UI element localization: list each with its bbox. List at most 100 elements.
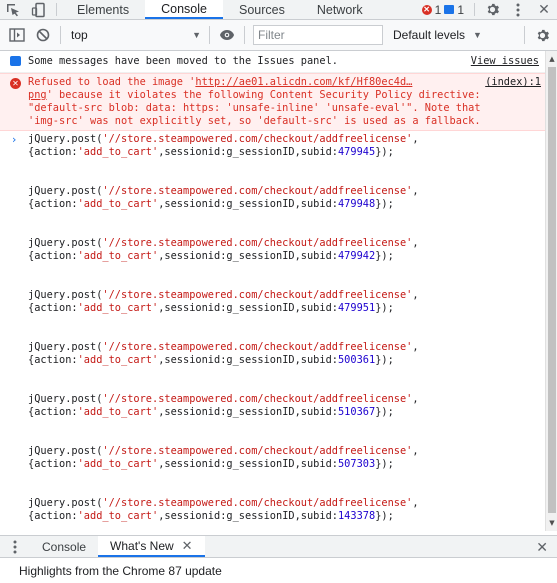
- code-entry: jQuery.post('//store.steampowered.com/ch…: [28, 133, 541, 185]
- subid-number: 479948: [337, 198, 376, 210]
- url-string: '//store.steampowered.com/checkout/addfr…: [102, 237, 413, 249]
- scroll-down-arrow-icon[interactable]: ▼: [547, 518, 557, 528]
- end-text: });: [375, 354, 394, 366]
- action-string: 'add_to_cart': [77, 458, 159, 470]
- code-line-1: jQuery.post('//store.steampowered.com/ch…: [28, 497, 419, 509]
- tab-elements[interactable]: Elements: [61, 0, 145, 19]
- url-string: '//store.steampowered.com/checkout/addfr…: [102, 445, 413, 457]
- code-line-2: {action:'add_to_cart',sessionid:g_sessio…: [28, 302, 541, 315]
- log-levels-dropdown[interactable]: Default levels ▼: [393, 28, 482, 42]
- error-line-1: Refused to load the image 'http://ae01.a…: [28, 76, 412, 89]
- settings-gear-icon[interactable]: [479, 2, 505, 17]
- code-line-2: {action:'add_to_cart',sessionid:g_sessio…: [28, 458, 541, 471]
- console-toolbar: top ▼ Filter Default levels ▼: [0, 20, 557, 51]
- url-string: '//store.steampowered.com/checkout/addfr…: [102, 185, 413, 197]
- context-selector[interactable]: top ▼: [65, 28, 205, 42]
- end-text: });: [375, 146, 394, 158]
- code-entry: jQuery.post('//store.steampowered.com/ch…: [28, 341, 541, 393]
- code-line-1: jQuery.post('//store.steampowered.com/ch…: [28, 341, 419, 353]
- args-text: {action:: [28, 406, 78, 418]
- error-url-link[interactable]: http://ae01.alicdn.com/kf/Hf80ec4d…: [195, 76, 412, 88]
- action-string: 'add_to_cart': [77, 250, 159, 262]
- divider: [56, 3, 57, 16]
- error-url-end[interactable]: png: [28, 89, 47, 101]
- subid-number: 479951: [337, 302, 376, 314]
- divider: [60, 26, 61, 44]
- error-source-link[interactable]: (index):1: [485, 76, 541, 89]
- args-text: {action:: [28, 510, 78, 522]
- error-count: 1: [434, 2, 442, 17]
- action-string: 'add_to_cart': [77, 510, 159, 522]
- error-line-4: 'img-src' was not explicitly set, so 'de…: [28, 115, 481, 127]
- tab-network[interactable]: Network: [301, 0, 379, 19]
- args-text: {action:: [28, 458, 78, 470]
- code-entry: jQuery.post('//store.steampowered.com/ch…: [28, 445, 541, 497]
- device-toolbar-icon[interactable]: [26, 0, 52, 19]
- issues-info-message: Some messages have been moved to the Iss…: [0, 51, 545, 73]
- code-entry: jQuery.post('//store.steampowered.com/ch…: [28, 497, 541, 531]
- levels-label: Default levels: [393, 28, 466, 42]
- error-first-line: Refused to load the image 'http://ae01.a…: [28, 76, 541, 89]
- view-issues-link[interactable]: View issues: [471, 55, 539, 68]
- end-text: });: [375, 198, 394, 210]
- code-line-2: {action:'add_to_cart',sessionid:g_sessio…: [28, 406, 541, 419]
- inspect-icon[interactable]: [0, 0, 26, 19]
- whats-new-content: Highlights from the Chrome 87 update: [19, 563, 222, 578]
- eye-icon[interactable]: [214, 22, 240, 48]
- filter-input[interactable]: Filter: [253, 25, 383, 45]
- call-text: jQuery.post(: [28, 185, 103, 197]
- code-entry: jQuery.post('//store.steampowered.com/ch…: [28, 185, 541, 237]
- code-line-1: jQuery.post('//store.steampowered.com/ch…: [28, 445, 419, 457]
- info-text: Some messages have been moved to the Iss…: [28, 55, 338, 67]
- end-text: });: [375, 458, 394, 470]
- subid-number: 143378: [337, 510, 376, 522]
- call-text: jQuery.post(: [28, 497, 103, 509]
- vertical-scrollbar[interactable]: ▲ ▼: [545, 51, 557, 531]
- code-line-1: jQuery.post('//store.steampowered.com/ch…: [28, 289, 419, 301]
- console-settings-gear-icon[interactable]: [529, 22, 555, 48]
- args-text: {action:: [28, 146, 78, 158]
- code-line-1: jQuery.post('//store.steampowered.com/ch…: [28, 393, 419, 405]
- args-text: ,sessionid:g_sessionID,subid:: [158, 354, 338, 366]
- dropdown-triangle-icon: ▼: [192, 30, 201, 40]
- sidebar-toggle-icon[interactable]: [4, 22, 30, 48]
- args-text: ,sessionid:g_sessionID,subid:: [158, 250, 338, 262]
- error-line-3: "default-src blob: data: https: 'unsafe-…: [28, 102, 481, 114]
- close-tab-icon[interactable]: ✕: [182, 538, 193, 554]
- args-text: {action:: [28, 250, 78, 262]
- close-drawer-icon[interactable]: ✕: [536, 536, 548, 559]
- message-count: 1: [457, 2, 464, 17]
- context-label: top: [71, 28, 88, 42]
- code-line-1: jQuery.post('//store.steampowered.com/ch…: [28, 185, 419, 197]
- close-devtools-icon[interactable]: ✕: [531, 2, 557, 18]
- tab-console[interactable]: Console: [145, 0, 223, 19]
- action-string: 'add_to_cart': [77, 406, 159, 418]
- args-text: ,sessionid:g_sessionID,subid:: [158, 406, 338, 418]
- action-string: 'add_to_cart': [77, 302, 159, 314]
- args-text: {action:: [28, 354, 78, 366]
- tab-sources[interactable]: Sources: [223, 0, 301, 19]
- scrollbar-thumb[interactable]: [548, 67, 556, 513]
- action-string: 'add_to_cart': [77, 198, 159, 210]
- drawer-menu-icon[interactable]: [0, 536, 30, 557]
- drawer-tab-console[interactable]: Console: [30, 536, 98, 557]
- message-icon: [444, 5, 455, 14]
- console-input-entry[interactable]: › jQuery.post('//store.steampowered.com/…: [0, 131, 545, 531]
- drawer-tab-whats-new[interactable]: What's New ✕: [98, 536, 205, 557]
- prompt-chevron-icon: ›: [12, 133, 17, 146]
- issues-counter[interactable]: ✕ 1 1: [416, 0, 470, 19]
- tab-spacer: [379, 0, 416, 19]
- clear-console-icon[interactable]: [30, 22, 56, 48]
- call-text: jQuery.post(: [28, 445, 103, 457]
- scroll-up-arrow-icon[interactable]: ▲: [547, 54, 557, 64]
- args-text: ,sessionid:g_sessionID,subid:: [158, 146, 338, 158]
- code-entry: jQuery.post('//store.steampowered.com/ch…: [28, 289, 541, 341]
- subid-number: 479945: [337, 146, 376, 158]
- dropdown-triangle-icon: ▼: [473, 30, 482, 40]
- call-text: jQuery.post(: [28, 133, 103, 145]
- error-prefix: Refused to load the image ': [28, 76, 196, 88]
- error-line-2: png' because it violates the following C…: [28, 89, 541, 102]
- subid-number: 510367: [337, 406, 376, 418]
- more-vert-icon[interactable]: [505, 3, 531, 17]
- code-line-2: {action:'add_to_cart',sessionid:g_sessio…: [28, 510, 541, 523]
